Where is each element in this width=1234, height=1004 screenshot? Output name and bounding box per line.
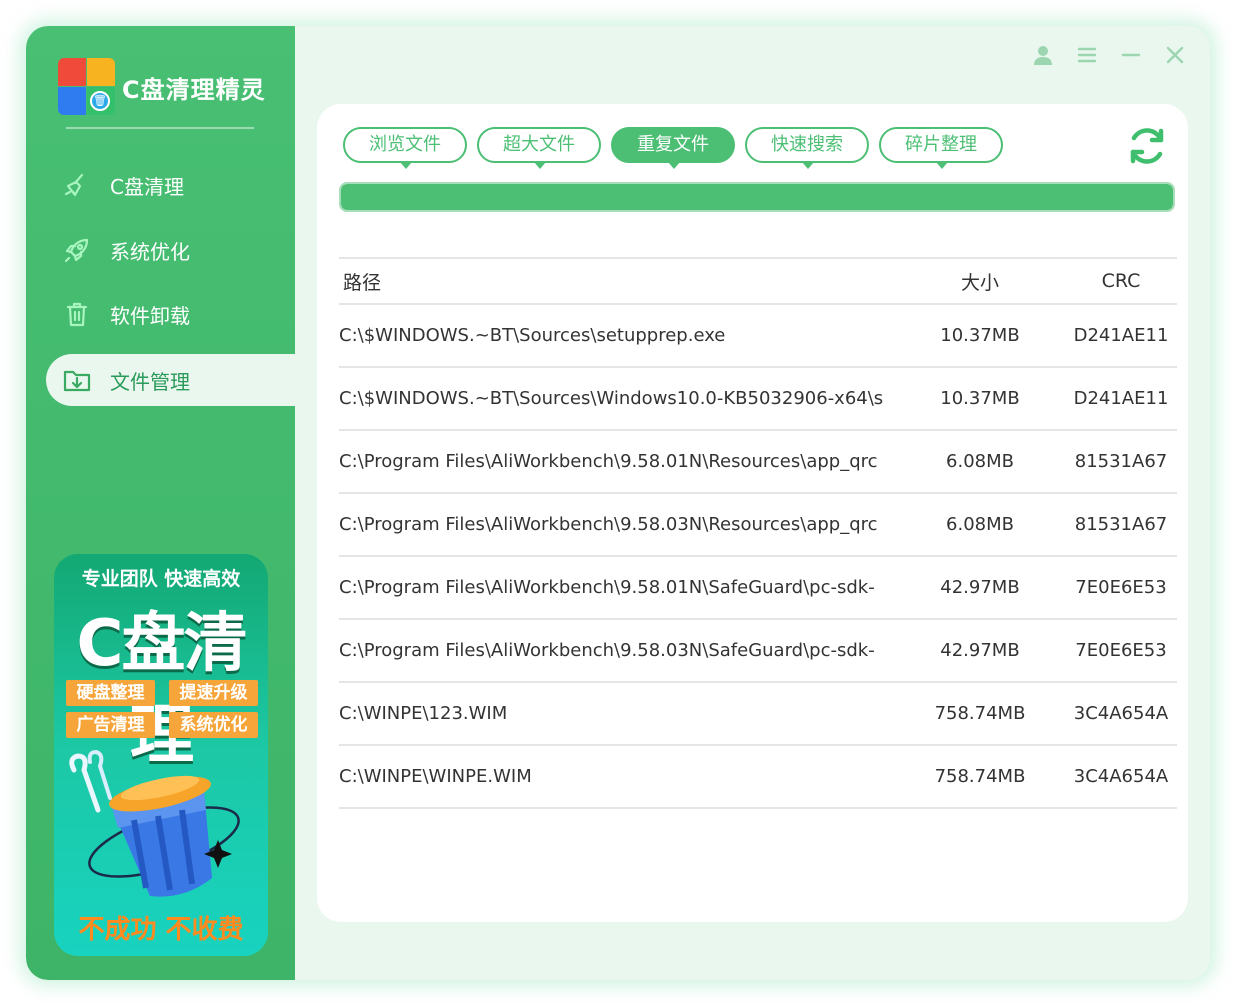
cell-size: 6.08MB: [946, 451, 1014, 472]
cell-size: 10.37MB: [940, 388, 1020, 409]
cell-path: C:\$WINDOWS.~BT\Sources\setupprep.exe: [339, 325, 726, 346]
app-title: C盘清理精灵: [122, 75, 266, 104]
sidebar-item-label: 系统优化: [110, 239, 190, 264]
column-header-size[interactable]: 大小: [895, 268, 1065, 295]
trash-can-illustration-icon: [69, 750, 240, 897]
progress-fill: [341, 184, 1173, 210]
cell-path: C:\Program Files\AliWorkbench\9.58.01N\S…: [339, 577, 875, 598]
folder-download-icon: [62, 365, 92, 395]
sidebar-item-file-manage[interactable]: 文件管理: [46, 354, 295, 406]
scan-progress-bar: [339, 182, 1175, 212]
menu-icon[interactable]: [1076, 44, 1098, 66]
brand: 🗑 C盘清理精灵: [58, 58, 266, 116]
cell-crc: 7E0E6E53: [1075, 577, 1167, 598]
cell-size: 10.37MB: [940, 325, 1020, 346]
tab-duplicate-files[interactable]: 重复文件: [611, 127, 735, 169]
promo-banner[interactable]: 专业团队 快速高效 C盘清理 硬盘整理 提速升级 广告清理 系统优化 不成功 不…: [54, 554, 268, 956]
app-logo-icon: 🗑: [58, 58, 116, 116]
table-row[interactable]: C:\Program Files\AliWorkbench\9.58.01N\R…: [339, 431, 1177, 494]
promo-feature: 提速升级: [169, 680, 258, 706]
cell-size: 758.74MB: [934, 766, 1026, 787]
cell-crc: 81531A67: [1074, 514, 1168, 535]
cell-path: C:\Program Files\AliWorkbench\9.58.01N\R…: [339, 451, 878, 472]
tab-defragment[interactable]: 碎片整理: [879, 127, 1003, 169]
cell-size: 758.74MB: [934, 703, 1026, 724]
promo-feature: 广告清理: [66, 712, 155, 738]
cell-size: 42.97MB: [940, 640, 1020, 661]
sidebar-item-c-drive-clean[interactable]: C盘清理: [46, 159, 295, 211]
sidebar-item-label: 软件卸载: [110, 303, 190, 328]
broom-icon: [62, 170, 92, 200]
cell-crc: 3C4A654A: [1073, 703, 1169, 724]
table-row[interactable]: C:\$WINDOWS.~BT\Sources\Windows10.0-KB50…: [339, 368, 1177, 431]
cell-path: C:\Program Files\AliWorkbench\9.58.03N\R…: [339, 514, 878, 535]
table-row[interactable]: C:\WINPE\123.WIM 758.74MB 3C4A654A: [339, 683, 1177, 746]
logo-trash-badge-icon: 🗑: [90, 91, 110, 111]
refresh-icon[interactable]: [1124, 123, 1170, 169]
sidebar-item-system-optimize[interactable]: 系统优化: [46, 224, 295, 276]
promo-tagline: 专业团队 快速高效: [81, 568, 241, 590]
promo-footer: 不成功 不收费: [78, 915, 244, 945]
main-panel: 浏览文件 超大文件 重复文件 快速搜索 碎片整理 路径 大小 CRC C:\$W…: [317, 104, 1188, 922]
trash-icon: [62, 299, 92, 329]
window-controls: [1032, 44, 1186, 66]
cell-crc: 7E0E6E53: [1075, 640, 1167, 661]
cell-path: C:\Program Files\AliWorkbench\9.58.03N\S…: [339, 640, 875, 661]
column-header-crc[interactable]: CRC: [1065, 270, 1177, 292]
column-header-path[interactable]: 路径: [339, 268, 895, 295]
table-row[interactable]: C:\$WINDOWS.~BT\Sources\setupprep.exe 10…: [339, 305, 1177, 368]
tab-browse-files[interactable]: 浏览文件: [343, 127, 467, 169]
sidebar-item-label: C盘清理: [110, 174, 184, 199]
tab-quick-search[interactable]: 快速搜索: [745, 127, 869, 169]
tab-large-files[interactable]: 超大文件: [477, 127, 601, 169]
cell-crc: D241AE11: [1073, 325, 1169, 346]
table-header: 路径 大小 CRC: [339, 257, 1177, 305]
rocket-icon: [62, 235, 92, 265]
cell-crc: D241AE11: [1073, 388, 1169, 409]
cell-path: C:\WINPE\WINPE.WIM: [339, 766, 532, 787]
cell-path: C:\$WINDOWS.~BT\Sources\Windows10.0-KB50…: [339, 388, 884, 409]
cell-path: C:\WINPE\123.WIM: [339, 703, 508, 724]
promo-feature: 硬盘整理: [66, 680, 155, 706]
cell-size: 42.97MB: [940, 577, 1020, 598]
brand-divider: [66, 127, 254, 129]
sidebar-item-label: 文件管理: [110, 369, 190, 394]
tab-bar: 浏览文件 超大文件 重复文件 快速搜索 碎片整理: [343, 127, 1003, 169]
cell-crc: 81531A67: [1074, 451, 1168, 472]
user-icon[interactable]: [1032, 44, 1054, 66]
sidebar-item-software-uninstall[interactable]: 软件卸载: [46, 288, 295, 340]
table-row[interactable]: C:\WINPE\WINPE.WIM 758.74MB 3C4A654A: [339, 746, 1177, 809]
app-window: 🗑 C盘清理精灵 C盘清理 系统优化 软件卸载 文件管理 专业团队 快速高效 C…: [26, 26, 1210, 980]
promo-features: 硬盘整理 提速升级 广告清理 系统优化: [66, 680, 258, 738]
duplicate-files-table: 路径 大小 CRC C:\$WINDOWS.~BT\Sources\setupp…: [339, 257, 1177, 809]
minimize-icon[interactable]: [1120, 44, 1142, 66]
table-row[interactable]: C:\Program Files\AliWorkbench\9.58.03N\S…: [339, 620, 1177, 683]
cell-size: 6.08MB: [946, 514, 1014, 535]
sidebar: 🗑 C盘清理精灵 C盘清理 系统优化 软件卸载 文件管理 专业团队 快速高效 C…: [26, 26, 295, 980]
close-icon[interactable]: [1164, 44, 1186, 66]
cell-crc: 3C4A654A: [1073, 766, 1169, 787]
table-row[interactable]: C:\Program Files\AliWorkbench\9.58.01N\S…: [339, 557, 1177, 620]
promo-feature: 系统优化: [169, 712, 258, 738]
table-row[interactable]: C:\Program Files\AliWorkbench\9.58.03N\R…: [339, 494, 1177, 557]
